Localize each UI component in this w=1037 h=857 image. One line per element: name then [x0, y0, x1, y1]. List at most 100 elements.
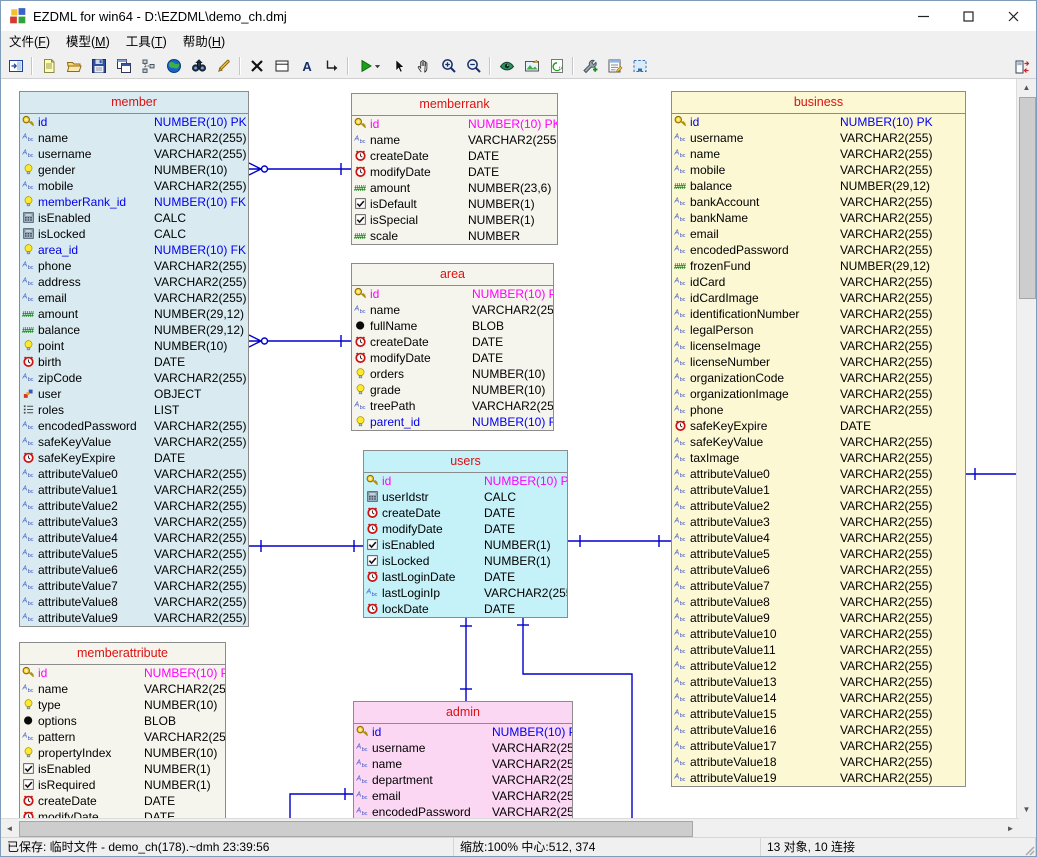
add-tool-button[interactable]: [577, 55, 602, 77]
field-row-email[interactable]: Abcemail VARCHAR2(255): [672, 226, 965, 242]
new-link-button[interactable]: [319, 55, 344, 77]
field-row-attributeValue6[interactable]: Abc attributeValue6 VARCHAR2(255): [20, 562, 248, 578]
field-row-isDefault[interactable]: isDefault NUMBER(1): [352, 196, 557, 212]
field-row-userIdstr[interactable]: userIdstr CALC: [364, 489, 567, 505]
field-row-id[interactable]: id NUMBER(10) PK: [20, 114, 248, 130]
field-row-gender[interactable]: gender NUMBER(10): [20, 162, 248, 178]
connection-business-offscreen-right[interactable]: [966, 468, 1017, 480]
field-row-attributeValue0[interactable]: Abc attributeValue0 VARCHAR2(255): [20, 466, 248, 482]
field-row-attributeValue7[interactable]: Abc attributeValue7 VARCHAR2(255): [672, 578, 965, 594]
maximize-button[interactable]: [946, 1, 991, 31]
field-row-amount[interactable]: ### amount NUMBER(29,12): [20, 306, 248, 322]
refresh-doc-button[interactable]: [544, 55, 569, 77]
field-row-safeKeyValue[interactable]: Abc safeKeyValue VARCHAR2(255): [20, 434, 248, 450]
field-row-attributeValue5[interactable]: Abc attributeValue5 VARCHAR2(255): [672, 546, 965, 562]
field-row-pattern[interactable]: AbcpatternVARCHAR2(255): [20, 729, 225, 745]
field-row-bankName[interactable]: Abc bankName VARCHAR2(255): [672, 210, 965, 226]
copy-model-button[interactable]: [111, 55, 136, 77]
globe-button[interactable]: [161, 55, 186, 77]
field-row-attributeValue14[interactable]: Abc attributeValue14 VARCHAR2(255): [672, 690, 965, 706]
field-row-attributeValue3[interactable]: Abc attributeValue3 VARCHAR2(255): [20, 514, 248, 530]
minimize-button[interactable]: [901, 1, 946, 31]
export-image-button[interactable]: [519, 55, 544, 77]
field-row-attributeValue8[interactable]: Abc attributeValue8 VARCHAR2(255): [20, 594, 248, 610]
scroll-right-arrow[interactable]: ►: [1002, 819, 1019, 838]
field-row-isLocked[interactable]: isLocked NUMBER(1): [364, 553, 567, 569]
menu-item-M[interactable]: 模型(M): [58, 31, 118, 54]
field-row-memberRank_id[interactable]: memberRank_id NUMBER(10) FK: [20, 194, 248, 210]
field-row-isRequired[interactable]: isRequired NUMBER(1): [20, 777, 225, 793]
menu-item-F[interactable]: 文件(F): [1, 31, 58, 54]
resize-grip[interactable]: [1021, 842, 1035, 856]
field-row-department[interactable]: AbcdepartmentVARCHAR2(255): [354, 772, 572, 788]
save-button[interactable]: [86, 55, 111, 77]
field-row-isLocked[interactable]: isLocked CALC: [20, 226, 248, 242]
field-row-zipCode[interactable]: Abc zipCode VARCHAR2(255): [20, 370, 248, 386]
field-row-grade[interactable]: grade NUMBER(10): [352, 382, 553, 398]
field-row-mobile[interactable]: Abc mobile VARCHAR2(255): [672, 162, 965, 178]
field-row-name[interactable]: Abcname VARCHAR2(255): [354, 756, 572, 772]
field-row-attributeValue9[interactable]: Abc attributeValue9 VARCHAR2(255): [20, 610, 248, 626]
field-row-parent_id[interactable]: parent_id NUMBER(10) FK: [352, 414, 553, 430]
scroll-up-arrow[interactable]: ▲: [1017, 79, 1036, 96]
scroll-down-arrow[interactable]: ▼: [1017, 801, 1036, 818]
field-row-attributeValue13[interactable]: Abc attributeValue13 VARCHAR2(255): [672, 674, 965, 690]
field-row-attributeValue6[interactable]: Abc attributeValue6 VARCHAR2(255): [672, 562, 965, 578]
field-row-amount[interactable]: ### amount NUMBER(23,6): [352, 180, 557, 196]
field-row-attributeValue9[interactable]: Abc attributeValue9 VARCHAR2(255): [672, 610, 965, 626]
field-row-attributeValue15[interactable]: Abc attributeValue15 VARCHAR2(255): [672, 706, 965, 722]
field-row-attributeValue10[interactable]: Abc attributeValue10 VARCHAR2(255): [672, 626, 965, 642]
connection-admin-offscreen-bottom[interactable]: [289, 788, 353, 818]
field-row-idCard[interactable]: Abc idCard VARCHAR2(255): [672, 274, 965, 290]
delete-x-button[interactable]: [244, 55, 269, 77]
field-row-createDate[interactable]: createDate DATE: [20, 793, 225, 809]
field-row-attributeValue17[interactable]: Abc attributeValue17 VARCHAR2(255): [672, 738, 965, 754]
connection-member-memberrank[interactable]: [248, 162, 351, 176]
table-business[interactable]: business id NUMBER(10) PK Abc username VARCHA…: [671, 91, 966, 787]
field-row-lastLoginDate[interactable]: lastLoginDate DATE: [364, 569, 567, 585]
field-row-isEnabled[interactable]: isEnabled CALC: [20, 210, 248, 226]
connection-users-admin[interactable]: [460, 616, 472, 701]
field-row-idCardImage[interactable]: Abc idCardImage VARCHAR2(255): [672, 290, 965, 306]
field-row-attributeValue3[interactable]: Abc attributeValue3 VARCHAR2(255): [672, 514, 965, 530]
field-row-organizationImage[interactable]: Abc organizationImage VARCHAR2(255): [672, 386, 965, 402]
field-row-attributeValue19[interactable]: Abc attributeValue19 VARCHAR2(255): [672, 770, 965, 786]
field-row-organizationCode[interactable]: Abc organizationCode VARCHAR2(255): [672, 370, 965, 386]
menu-item-T[interactable]: 工具(T): [118, 31, 175, 54]
field-row-encodedPassword[interactable]: AbcencodedPasswordVARCHAR2(255): [20, 418, 248, 434]
field-row-attributeValue1[interactable]: Abc attributeValue1 VARCHAR2(255): [20, 482, 248, 498]
field-row-encodedPassword[interactable]: AbcencodedPasswordVARCHAR2(255): [672, 242, 965, 258]
field-row-phone[interactable]: Abc phone VARCHAR2(255): [20, 258, 248, 274]
field-row-frozenFund[interactable]: ### frozenFund NUMBER(29,12): [672, 258, 965, 274]
field-row-lastLoginIp[interactable]: AbclastLoginIpVARCHAR2(255): [364, 585, 567, 601]
field-row-modifyDate[interactable]: modifyDate DATE: [364, 521, 567, 537]
field-row-attributeValue7[interactable]: Abc attributeValue7 VARCHAR2(255): [20, 578, 248, 594]
field-row-mobile[interactable]: Abc mobile VARCHAR2(255): [20, 178, 248, 194]
field-row-username[interactable]: AbcusernameVARCHAR2(255): [672, 130, 965, 146]
field-row-safeKeyExpire[interactable]: safeKeyExpire DATE: [20, 450, 248, 466]
find-button[interactable]: [186, 55, 211, 77]
menu-item-H[interactable]: 帮助(H): [175, 31, 233, 54]
field-row-name[interactable]: Abcname VARCHAR2(255): [352, 132, 557, 148]
field-row-safeKeyExpire[interactable]: safeKeyExpire DATE: [672, 418, 965, 434]
field-row-attributeValue2[interactable]: Abc attributeValue2 VARCHAR2(255): [672, 498, 965, 514]
field-row-id[interactable]: id NUMBER(10) PK: [20, 665, 225, 681]
field-row-modifyDate[interactable]: modifyDate DATE: [20, 809, 225, 818]
field-row-attributeValue12[interactable]: Abc attributeValue12 VARCHAR2(255): [672, 658, 965, 674]
field-row-type[interactable]: type NUMBER(10): [20, 697, 225, 713]
field-row-id[interactable]: id NUMBER(10) PK: [354, 724, 572, 740]
zoom-out-button[interactable]: [461, 55, 486, 77]
select-arrow-button[interactable]: [386, 55, 411, 77]
field-row-name[interactable]: Abcname VARCHAR2(255): [20, 130, 248, 146]
pencil-button[interactable]: [211, 55, 236, 77]
field-row-options[interactable]: options BLOB: [20, 713, 225, 729]
field-row-safeKeyValue[interactable]: Abc safeKeyValue VARCHAR2(255): [672, 434, 965, 450]
field-row-id[interactable]: id NUMBER(10) PK: [352, 286, 553, 302]
field-row-roles[interactable]: roles LIST: [20, 402, 248, 418]
field-row-modifyDate[interactable]: modifyDate DATE: [352, 164, 557, 180]
properties-button[interactable]: [602, 55, 627, 77]
preview-eye-button[interactable]: [494, 55, 519, 77]
field-row-orders[interactable]: orders NUMBER(10): [352, 366, 553, 382]
vertical-scroll-thumb[interactable]: [1019, 97, 1036, 299]
field-row-identificationNumber[interactable]: Abc identificationNumber VARCHAR2(255): [672, 306, 965, 322]
